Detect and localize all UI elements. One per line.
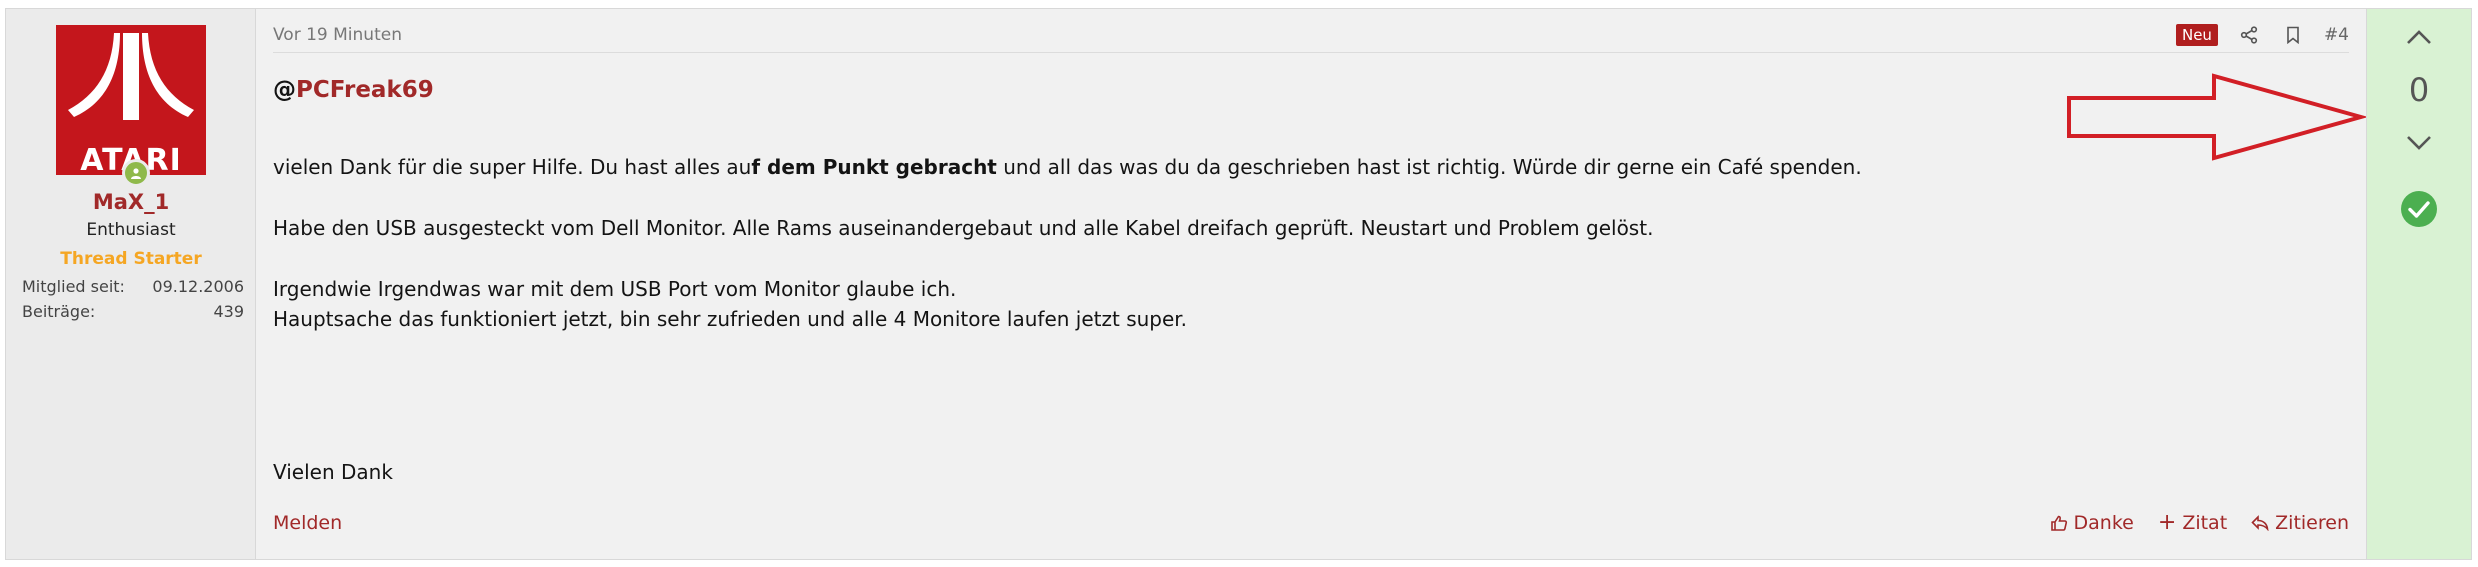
post-time[interactable]: Vor 19 Minuten (273, 25, 402, 45)
chevron-down-icon (2407, 136, 2431, 150)
username-link[interactable]: MaX_1 (6, 190, 256, 214)
reply-label: Zitieren (2275, 512, 2349, 534)
message-line-4: Hauptsache das funktioniert jetzt, bin s… (273, 307, 1188, 331)
mention-username-link[interactable]: PCFreak69 (296, 77, 434, 103)
message-line-2: Habe den USB ausgesteckt vom Dell Monito… (273, 216, 1654, 240)
post-count-label: Beiträge: (22, 302, 96, 321)
message-closing: Vielen Dank (273, 460, 393, 484)
message-line-1-bold: f dem Punkt gebracht (751, 155, 997, 179)
plus-icon: + (2157, 510, 2177, 535)
message-header: Vor 19 Minuten Neu #4 (273, 17, 2349, 53)
chevron-up-icon (2407, 30, 2431, 44)
user-title: Enthusiast (86, 220, 176, 240)
message-line-1: vielen Dank für die super Hilfe. Du hast… (273, 155, 1862, 179)
quote-button[interactable]: + Zitat (2157, 510, 2228, 535)
reply-button[interactable]: Zitieren (2251, 512, 2349, 534)
upvote-button[interactable] (2402, 23, 2436, 51)
annotation-arrow-icon (2067, 73, 2366, 161)
message-line-1-pre: vielen Dank für die super Hilfe. Du hast… (273, 155, 752, 179)
forum-post: ATARI MaX_1 Enthusiast Thread Starter Mi… (5, 8, 2472, 560)
mention: @PCFreak69 (273, 77, 434, 103)
mention-at: @ (273, 77, 296, 103)
header-actions: Neu #4 (2175, 21, 2349, 49)
post-count-value: 439 (213, 302, 244, 321)
vote-panel: 0 (2366, 9, 2471, 559)
post-count-row: Beiträge: 439 (22, 302, 244, 321)
avatar[interactable]: ATARI (56, 25, 206, 175)
mark-solution-button[interactable] (2399, 189, 2439, 229)
checkmark-circle-icon (2401, 191, 2437, 227)
downvote-button[interactable] (2402, 129, 2436, 157)
quote-label: Zitat (2182, 512, 2228, 534)
message-line-1-post: und all das was du da geschrieben hast i… (996, 155, 1862, 179)
online-status-icon (122, 159, 150, 187)
like-label: Danke (2073, 512, 2134, 534)
user-info-panel: ATARI MaX_1 Enthusiast Thread Starter Mi… (6, 9, 256, 559)
report-link[interactable]: Melden (273, 512, 342, 534)
member-since-value: 09.12.2006 (152, 277, 244, 296)
vote-count: 0 (2408, 71, 2430, 109)
bookmark-icon[interactable] (2280, 22, 2306, 48)
message-panel: Vor 19 Minuten Neu #4 @PCFreak69 vielen … (257, 9, 2365, 559)
new-badge: Neu (2175, 24, 2218, 46)
thread-starter-banner: Thread Starter (60, 249, 202, 269)
like-button[interactable]: Danke (2050, 512, 2134, 534)
reply-icon (2251, 515, 2269, 531)
share-icon[interactable] (2236, 22, 2262, 48)
message-line-3: Irgendwie Irgendwas war mit dem USB Port… (273, 277, 957, 301)
member-since-row: Mitglied seit: 09.12.2006 (22, 277, 244, 296)
thumbs-up-icon (2050, 515, 2067, 531)
member-since-label: Mitglied seit: (22, 277, 125, 296)
post-number-link[interactable]: #4 (2324, 25, 2349, 45)
footer-actions: Danke + Zitat Zitieren (2050, 512, 2349, 534)
